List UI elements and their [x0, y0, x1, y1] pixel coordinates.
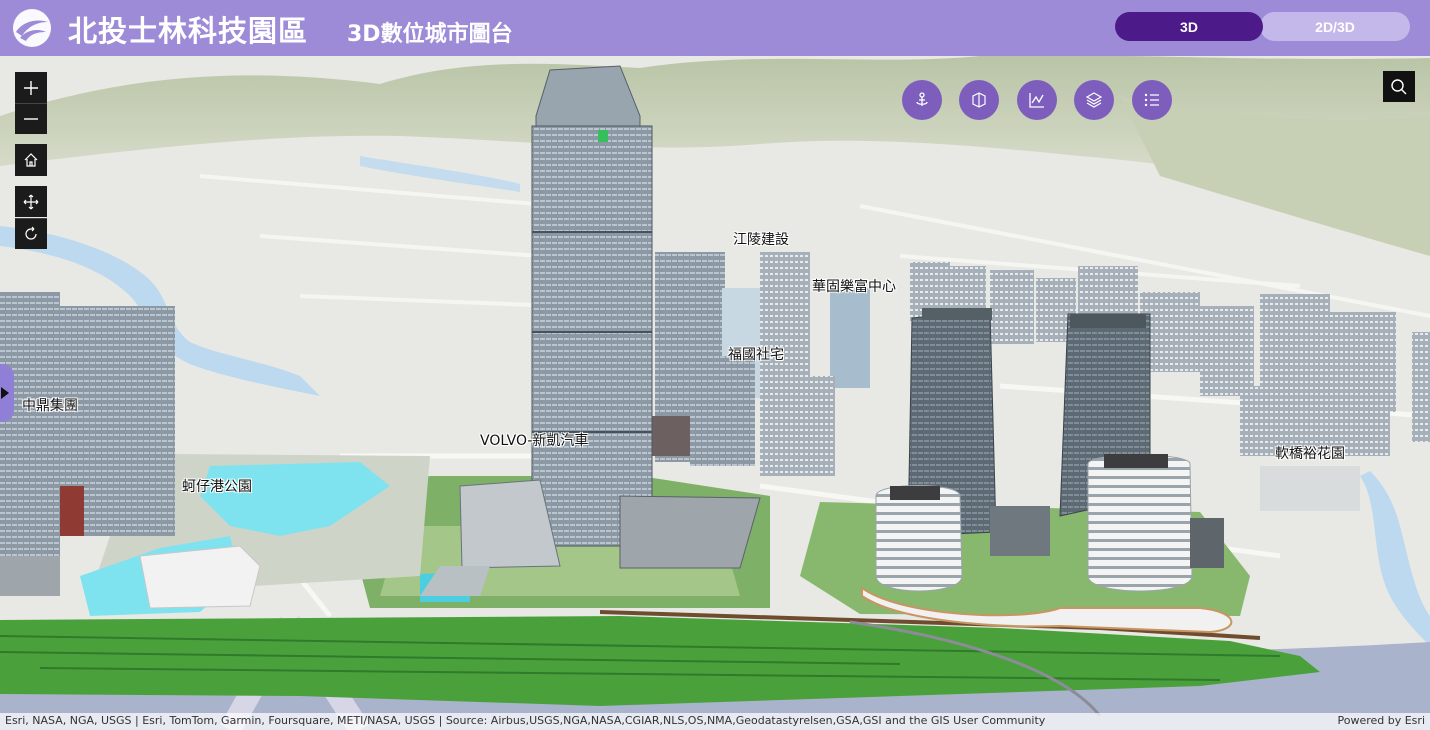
cube-icon	[972, 92, 986, 108]
label-volvo-dealer[interactable]: VOLVO-新凱汽車	[480, 430, 588, 450]
pan-icon	[23, 194, 39, 209]
chart-icon	[1029, 93, 1044, 108]
rotate-button[interactable]	[15, 218, 47, 249]
mode-2d3d-button[interactable]: 2D/3D	[1260, 12, 1410, 41]
plus-icon	[24, 80, 38, 95]
layers-icon	[1085, 92, 1103, 108]
label-fuguo-social-housing[interactable]: 福國社宅	[728, 344, 784, 364]
scene-canvas	[0, 56, 1430, 730]
list-tool-button[interactable]	[1132, 80, 1172, 120]
minus-icon	[24, 118, 38, 120]
mode-3d-button[interactable]: 3D	[1115, 12, 1263, 41]
anchor-icon	[916, 92, 928, 106]
attribution-bar: Esri, NASA, NGA, USGS | Esri, TomTom, Ga…	[0, 713, 1430, 730]
zoom-in-button[interactable]	[15, 72, 47, 103]
cube-tool-button[interactable]	[959, 80, 999, 120]
page-title: 北投士林科技園區	[68, 14, 309, 48]
rotate-icon	[25, 226, 37, 240]
pan-button[interactable]	[15, 186, 47, 217]
page-subtitle: 3D數位城市圖台	[347, 22, 513, 47]
app-header: 北投士林科技園區 3D數位城市圖台 2D/3D 3D	[0, 0, 1430, 56]
home-button[interactable]	[15, 144, 47, 176]
attribution-text[interactable]: Esri, NASA, NGA, USGS | Esri, TomTom, Ga…	[5, 714, 1105, 727]
anchor-tool-button[interactable]	[902, 80, 942, 120]
view-mode-toggle: 2D/3D 3D	[1115, 12, 1410, 41]
expand-arrow-icon	[1, 387, 9, 399]
label-ctci-group[interactable]: 中鼎集團	[22, 395, 78, 415]
powered-by-esri[interactable]: Powered by Esri	[1337, 714, 1425, 727]
chart-tool-button[interactable]	[1017, 80, 1057, 120]
home-icon	[24, 153, 38, 167]
search-icon	[1391, 78, 1407, 94]
map-view[interactable]: 江陵建設 華固樂富中心 福國社宅 中鼎集團 VOLVO-新凱汽車 蚵仔港公園 軟…	[0, 56, 1430, 730]
label-jiangling-construction[interactable]: 江陵建設	[733, 229, 789, 249]
layers-tool-button[interactable]	[1074, 80, 1114, 120]
label-huagu-lefu-center[interactable]: 華固樂富中心	[812, 276, 896, 296]
zoom-out-button[interactable]	[15, 103, 47, 134]
list-icon	[1144, 93, 1159, 107]
app-logo	[13, 9, 51, 47]
label-kezaigang-park[interactable]: 蚵仔港公園	[182, 476, 252, 496]
side-panel-toggle[interactable]	[0, 364, 14, 422]
label-ruanqiao-garden[interactable]: 軟橋裕花園	[1275, 443, 1345, 463]
search-button[interactable]	[1383, 71, 1415, 102]
